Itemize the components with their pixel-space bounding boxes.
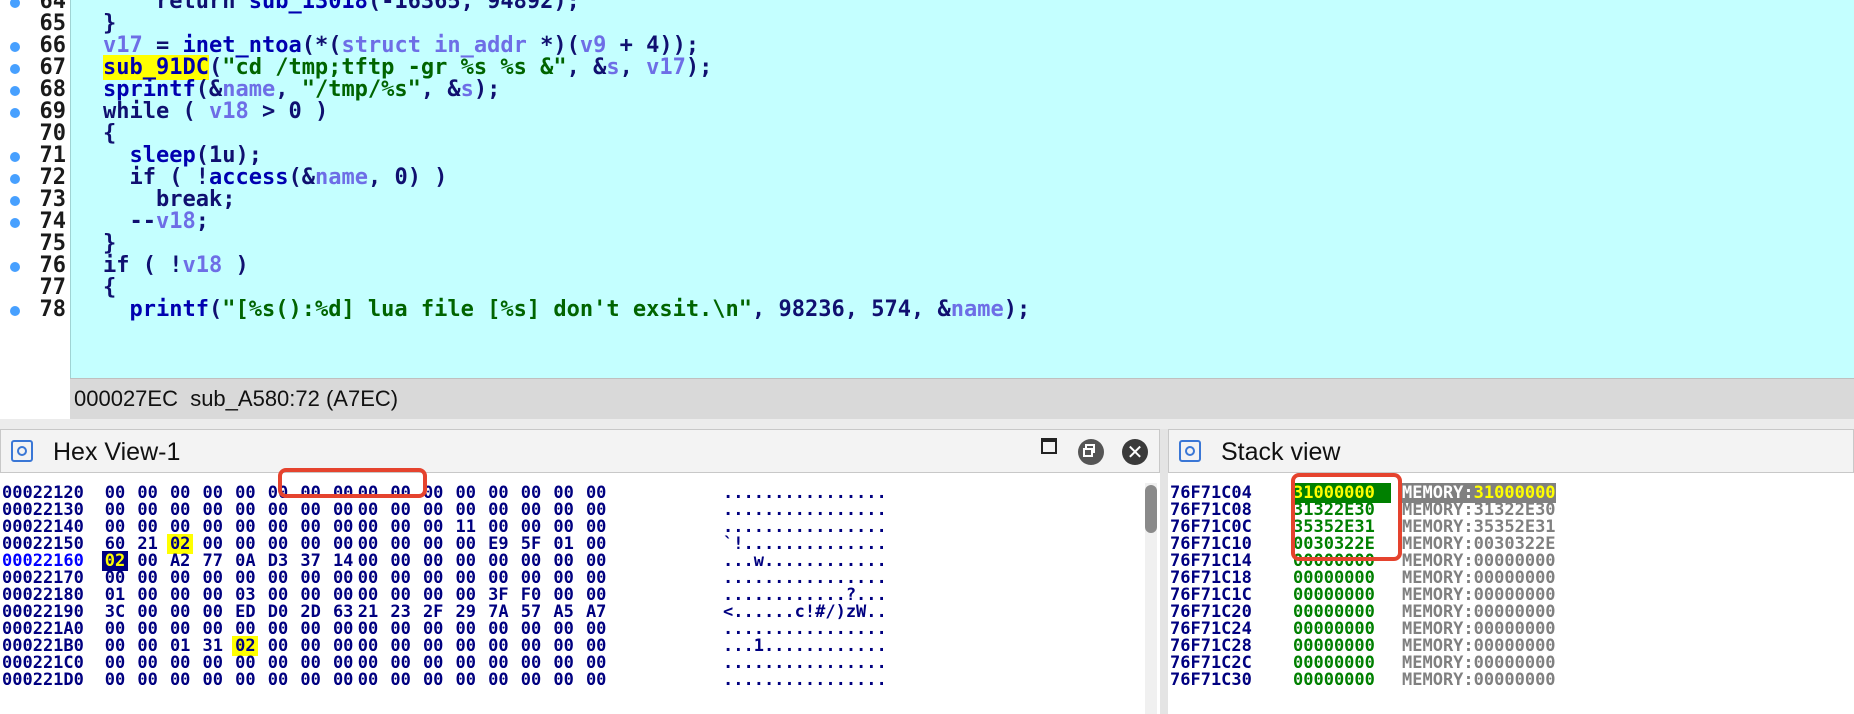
stack-view-panel[interactable]: Stack view 76F71C04 31000000 MEMORY:310000… <box>1168 429 1854 714</box>
hex-byte[interactable]: 00 <box>200 670 226 690</box>
hex-byte[interactable]: 00 <box>388 670 414 690</box>
stack-comment-value: 00000000 <box>1473 670 1556 690</box>
close-icon[interactable]: ✕ <box>1122 439 1148 465</box>
code-line[interactable]: 78 printf("[%s():%d] lua file [%s] don't… <box>0 297 1854 323</box>
hex-ascii[interactable]: ................ <box>723 670 887 690</box>
hex-byte[interactable]: 00 <box>355 670 381 690</box>
hex-row[interactable]: 000221D0 00 00 00 00 00 00 00 00 00 00 00 00 00 00 00 00… <box>2 670 1142 690</box>
line-number: 78 <box>39 297 67 322</box>
code-token: , 98236, 574, & <box>752 297 951 322</box>
hex-byte[interactable]: 00 <box>265 670 291 690</box>
hex-scrollbar-thumb[interactable] <box>1145 485 1157 533</box>
status-bar: 000027EC sub_A580:72 (A7EC) <box>70 378 1854 420</box>
hex-address: 000221D0 <box>2 670 84 690</box>
maximize-icon[interactable] <box>1041 438 1057 454</box>
status-bar-text: 000027EC sub_A580:72 (A7EC) <box>74 386 399 411</box>
hex-byte[interactable]: 00 <box>518 670 544 690</box>
code-token: printf <box>129 297 209 322</box>
ida-view-icon <box>11 440 33 462</box>
hex-byte[interactable]: 00 <box>583 670 609 690</box>
hex-byte[interactable]: 00 <box>453 670 479 690</box>
pseudocode-view[interactable]: 64 return sub_13018(-16365, 94892); 65} 66… <box>0 0 1854 378</box>
annotation-box-hex-bytes <box>278 468 427 498</box>
hex-view-title: Hex View-1 <box>53 438 181 466</box>
hex-byte[interactable]: 00 <box>102 670 128 690</box>
stack-comment-prefix: MEMORY: <box>1402 670 1474 690</box>
float-window-icon[interactable] <box>1078 439 1104 465</box>
stack-view-header[interactable]: Stack view <box>1168 429 1854 473</box>
hex-byte[interactable]: 00 <box>167 670 193 690</box>
stack-value[interactable]: 00000000 <box>1291 670 1391 690</box>
ida-view-icon <box>1179 440 1201 462</box>
pane-splitter[interactable] <box>0 419 1854 429</box>
hex-byte[interactable]: 00 <box>420 670 446 690</box>
code-token: ); <box>1003 297 1031 322</box>
hex-byte[interactable]: 00 <box>551 670 577 690</box>
hex-byte[interactable]: 00 <box>298 670 324 690</box>
code-text[interactable]: printf("[%s():%d] lua file [%s] don't ex… <box>103 297 1031 323</box>
stack-comment: MEMORY:00000000 <box>1402 670 1556 690</box>
hex-view-header[interactable]: Hex View-1 ✕ <box>0 429 1160 473</box>
code-token: name <box>950 297 1004 322</box>
status-bar-gutter <box>0 378 70 418</box>
hex-byte[interactable]: 00 <box>485 670 511 690</box>
code-token: "[%s():%d] lua file [%s] don't exsit.\n" <box>222 297 753 322</box>
code-token: ( <box>208 297 223 322</box>
stack-row[interactable]: 76F71C30 00000000 MEMORY:00000000 <box>1170 670 1850 690</box>
annotation-box-stack-values <box>1291 473 1402 561</box>
hex-view-panel[interactable]: Hex View-1 ✕ 00022120 00 00 00 00 00 00 00 00 00 0… <box>0 429 1160 714</box>
panel-divider[interactable] <box>1160 429 1168 714</box>
stack-address: 76F71C30 <box>1170 670 1252 690</box>
hex-byte[interactable]: 00 <box>330 670 356 690</box>
hex-byte[interactable]: 00 <box>232 670 258 690</box>
stack-view-title: Stack view <box>1221 438 1341 466</box>
hex-byte[interactable]: 00 <box>135 670 161 690</box>
